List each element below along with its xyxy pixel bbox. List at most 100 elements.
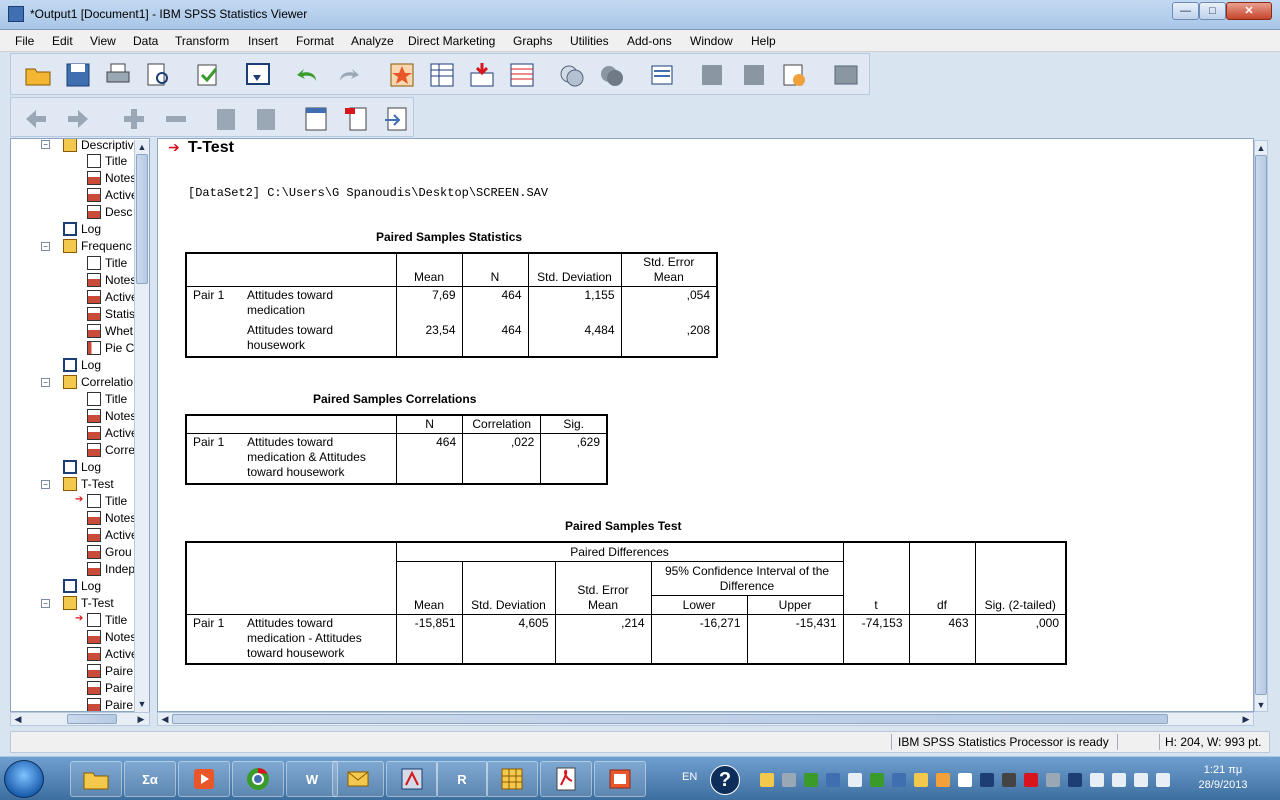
outline-item-log[interactable]: Log — [63, 221, 101, 237]
calculator-taskbar-button[interactable]: Σα — [124, 761, 176, 797]
content-vertical-scrollbar[interactable]: ▲ ▼ — [1254, 140, 1268, 712]
collapse-minus-icon[interactable] — [161, 104, 191, 134]
outline-pane[interactable]: − Descriptiv Title Notes Active Desc Log… — [10, 138, 150, 712]
arrow-left-icon[interactable] — [21, 104, 51, 134]
outline-item-active[interactable]: Active — [87, 527, 138, 543]
antivirus-icon[interactable] — [1024, 773, 1038, 787]
insert-heading-icon[interactable] — [301, 104, 331, 134]
menu-file[interactable]: File — [15, 34, 34, 48]
dialog-recall-icon[interactable] — [243, 60, 273, 90]
menu-view[interactable]: View — [90, 34, 116, 48]
variables-icon[interactable] — [507, 60, 537, 90]
scroll-up-icon[interactable]: ▲ — [1255, 142, 1267, 154]
hide-output-icon[interactable] — [251, 104, 281, 134]
outline-item-title[interactable]: Title — [87, 493, 127, 509]
export-icon[interactable] — [193, 60, 223, 90]
table-row[interactable]: Pair 1 Attitudes toward medication & Att… — [186, 433, 607, 484]
print-preview-icon[interactable] — [143, 60, 173, 90]
show-output-icon[interactable] — [211, 104, 241, 134]
dataset-path[interactable]: [DataSet2] C:\Users\G Spanoudis\Desktop\… — [188, 186, 548, 200]
redo-icon[interactable] — [333, 60, 363, 90]
designate-window-icon[interactable] — [647, 60, 677, 90]
menu-window[interactable]: Window — [690, 34, 733, 48]
scroll-down-icon[interactable]: ▼ — [136, 698, 148, 710]
excel-icon[interactable] — [804, 773, 818, 787]
outline-item-title[interactable]: Title — [87, 153, 127, 169]
outline-item-log[interactable]: Log — [63, 459, 101, 475]
outline-item-log[interactable]: Log — [63, 357, 101, 373]
goto-case-icon[interactable] — [427, 60, 457, 90]
outline-item-whether[interactable]: Whet — [87, 323, 133, 339]
chart-tray-icon[interactable] — [870, 773, 884, 787]
output-content-pane[interactable]: ➔ T-Test [DataSet2] C:\Users\G Spanoudis… — [157, 138, 1254, 712]
outline-item-active[interactable]: Active — [87, 646, 138, 662]
menu-utilities[interactable]: Utilities — [570, 34, 609, 48]
use-variable-sets-icon[interactable] — [597, 60, 627, 90]
outline-item-notes[interactable]: Notes — [87, 629, 136, 645]
open-icon[interactable] — [23, 60, 53, 90]
outline-item-correlations-table[interactable]: Corre — [87, 442, 135, 458]
menu-data[interactable]: Data — [133, 34, 158, 48]
menu-help[interactable]: Help — [751, 34, 776, 48]
outline-horizontal-scrollbar[interactable]: ◀ ▶ — [10, 712, 150, 726]
outline-item-desc[interactable]: Desc — [87, 204, 132, 220]
scroll-right-icon[interactable]: ▶ — [1240, 713, 1252, 725]
sync-icon[interactable] — [826, 773, 840, 787]
scroll-left-icon[interactable]: ◀ — [12, 713, 24, 725]
clock[interactable]: 1:21 πμ 28/9/2013 — [1188, 763, 1258, 793]
outline-item-paired-correlations[interactable]: Paire — [87, 680, 133, 696]
menu-edit[interactable]: Edit — [52, 34, 73, 48]
menu-direct-marketing[interactable]: Direct Marketing — [408, 34, 495, 48]
shield-icon[interactable] — [760, 773, 774, 787]
goto-variable-icon[interactable] — [467, 60, 497, 90]
menu-insert[interactable]: Insert — [248, 34, 278, 48]
menu-format[interactable]: Format — [296, 34, 334, 48]
outline-item-correlations[interactable]: Correlatio — [63, 374, 133, 390]
maximize-button[interactable]: □ — [1199, 2, 1226, 20]
outline-item-paired-test[interactable]: Paire — [87, 697, 133, 711]
bluetooth-icon[interactable] — [1090, 773, 1104, 787]
table-row[interactable]: Pair 1 Attitudes toward medication 7,69 … — [186, 286, 717, 322]
paired-samples-statistics-table[interactable]: Mean N Std. Deviation Std. Error Mean Pa… — [185, 252, 718, 358]
menu-transform[interactable]: Transform — [175, 34, 229, 48]
mouse-icon[interactable] — [1002, 773, 1016, 787]
promote-icon[interactable] — [697, 60, 727, 90]
explorer-taskbar-button[interactable] — [70, 761, 122, 797]
outline-item-title[interactable]: Title — [87, 612, 127, 628]
spss-data-taskbar-button[interactable] — [486, 761, 538, 797]
outline-item-paired-statistics[interactable]: Paire — [87, 663, 133, 679]
outline-item-log[interactable]: Log — [63, 578, 101, 594]
table-row[interactable]: Attitudes toward housework 23,54 464 4,4… — [186, 321, 717, 357]
outline-item-frequencies[interactable]: Frequenc — [63, 238, 132, 254]
scroll-thumb[interactable] — [172, 714, 1168, 724]
language-indicator[interactable]: EN — [682, 771, 697, 783]
collapse-toggle-icon[interactable]: − — [41, 140, 50, 149]
undo-icon[interactable] — [293, 60, 323, 90]
globe-icon[interactable] — [892, 773, 906, 787]
outline-item-t-test[interactable]: T-Test — [63, 476, 114, 492]
outline-item-pie-chart[interactable]: Pie C — [87, 340, 134, 356]
signal-icon[interactable] — [1112, 773, 1126, 787]
scroll-thumb[interactable] — [1255, 155, 1267, 695]
menu-add-ons[interactable]: Add-ons — [627, 34, 672, 48]
paired-samples-test-table[interactable]: Paired Differences t df Sig. (2-tailed) … — [185, 541, 1067, 665]
acrobat-taskbar-button[interactable] — [540, 761, 592, 797]
table-row[interactable]: Pair 1 Attitudes toward medication - Att… — [186, 614, 1066, 664]
volume-icon[interactable] — [1156, 773, 1170, 787]
show-all-variables-icon[interactable] — [557, 60, 587, 90]
outline-item-notes[interactable]: Notes — [87, 408, 136, 424]
scroll-right-icon[interactable]: ▶ — [135, 713, 147, 725]
content-horizontal-scrollbar[interactable]: ◀ ▶ — [157, 712, 1254, 726]
r-taskbar-button[interactable]: R — [436, 761, 488, 797]
outline-item-group-statistics[interactable]: Grou — [87, 544, 132, 560]
outline-item-t-test[interactable]: T-Test — [63, 595, 114, 611]
demote-icon[interactable] — [739, 60, 769, 90]
outline-item-title[interactable]: Title — [87, 255, 127, 271]
spss-viewer-icon[interactable] — [8, 6, 24, 22]
outline-item-independent-samples[interactable]: Indep — [87, 561, 135, 577]
paired-samples-correlations-table[interactable]: N Correlation Sig. Pair 1 Attitudes towa… — [185, 414, 608, 485]
minimize-button[interactable]: — — [1172, 2, 1199, 20]
pane-splitter[interactable] — [150, 138, 156, 728]
outline-item-notes[interactable]: Notes — [87, 510, 136, 526]
outline-item-notes[interactable]: Notes — [87, 272, 136, 288]
